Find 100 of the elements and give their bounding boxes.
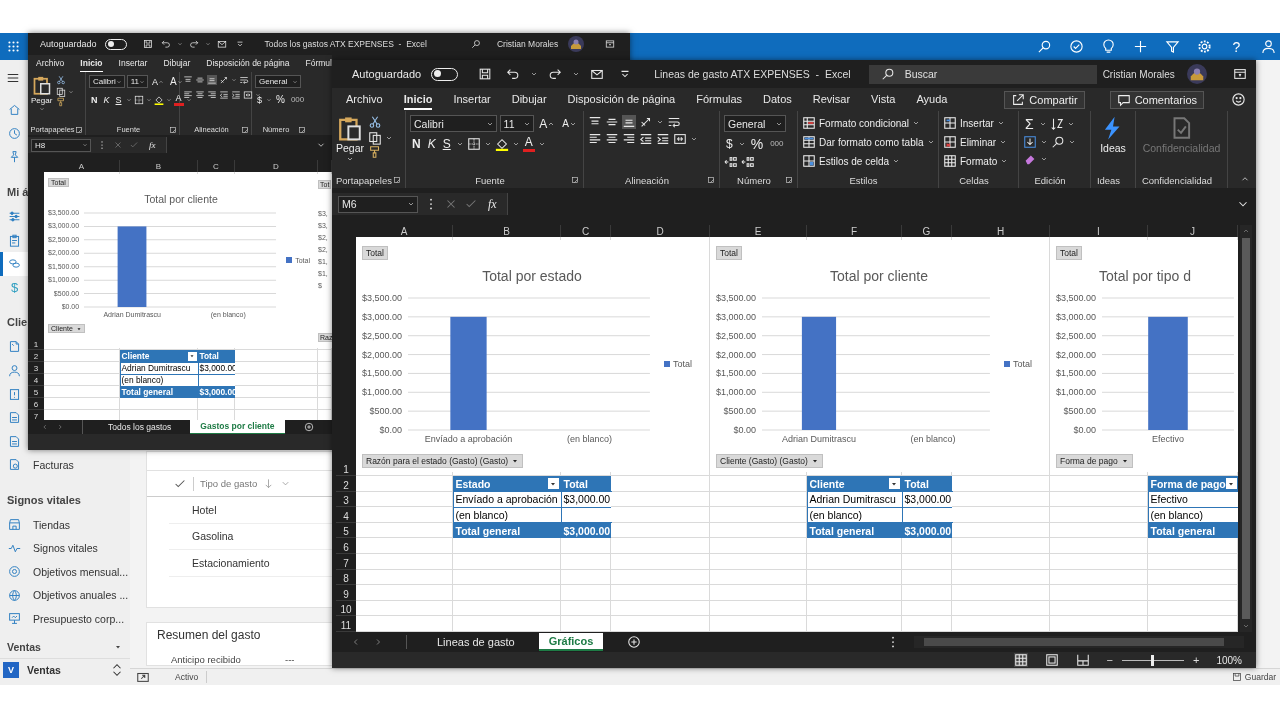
- menu-tab[interactable]: Archivo: [346, 89, 383, 110]
- insert-cells-button[interactable]: Insertar: [943, 115, 1014, 131]
- nav-item[interactable]: Signos vitales: [0, 536, 130, 560]
- comments-button[interactable]: Comentarios: [1109, 90, 1204, 109]
- area-switcher[interactable]: V Ventas: [0, 658, 130, 681]
- field-button[interactable]: Total: [362, 246, 388, 260]
- axis-label: $500.00: [1062, 406, 1097, 417]
- menu-tab[interactable]: Inicio: [403, 89, 433, 110]
- total-cell: Total general: [806, 522, 903, 539]
- row-header[interactable]: 2: [28, 350, 44, 362]
- underline-button[interactable]: S: [113, 93, 124, 106]
- paste-button[interactable]: Pegar: [336, 115, 365, 163]
- underline-button[interactable]: S: [440, 135, 453, 152]
- conditional-format-button[interactable]: Formato condicional: [802, 115, 934, 131]
- thousands-button[interactable]: 000: [768, 135, 786, 152]
- menu-tab[interactable]: Insertar: [118, 55, 148, 73]
- header-label: Forma de pago: [1150, 477, 1226, 490]
- filter-button[interactable]: Cliente (Gasto) (Gasto): [716, 454, 823, 468]
- function-button[interactable]: fx: [145, 140, 160, 150]
- sheet-tab[interactable]: Lineas de gasto: [427, 634, 525, 650]
- ideas-button[interactable]: Ideas: [1100, 115, 1126, 154]
- font-size-dropdown[interactable]: 11: [126, 75, 148, 88]
- menu-tab[interactable]: Vista: [871, 89, 896, 110]
- font-name-dropdown[interactable]: Calibri: [89, 75, 125, 88]
- menu-tab[interactable]: Disposición de página: [567, 89, 676, 110]
- nav-item[interactable]: Tiendas: [0, 512, 130, 537]
- group-label: Edición: [1034, 175, 1066, 186]
- axis-label: $0.00: [732, 424, 757, 435]
- name-box[interactable]: M6: [338, 195, 418, 213]
- bold-button[interactable]: N: [410, 135, 423, 152]
- row-header[interactable]: 3: [28, 362, 44, 374]
- paste-button[interactable]: Pegar: [31, 75, 53, 112]
- menu-tab[interactable]: Disposición de página: [206, 55, 290, 73]
- row-header[interactable]: 5: [28, 386, 44, 398]
- italic-button[interactable]: K: [101, 93, 112, 106]
- font-name-dropdown[interactable]: Calibri: [410, 115, 497, 132]
- zoom-in-button[interactable]: +: [1193, 654, 1200, 666]
- nav-item[interactable]: Presupuesto corp...: [0, 607, 130, 631]
- axis-label: Efectivo: [1151, 434, 1186, 444]
- menu-tab[interactable]: Insertar: [453, 89, 491, 110]
- help-button[interactable]: ?: [1229, 38, 1244, 55]
- format-as-table-button[interactable]: Dar formato como tabla: [802, 134, 934, 150]
- total-cell: $3,000.00: [901, 522, 953, 539]
- menu-tab[interactable]: Fórmulas: [696, 89, 743, 110]
- axis-label: $1,500.00: [362, 368, 403, 379]
- field-button[interactable]: Total: [716, 246, 742, 260]
- nav-item[interactable]: Objetivos mensual...: [0, 559, 130, 584]
- italic-button[interactable]: K: [425, 135, 438, 152]
- menu-tab[interactable]: Dibujar: [511, 89, 547, 110]
- section-header: Signos vitales: [6, 492, 81, 508]
- share-button[interactable]: Compartir: [1004, 90, 1085, 109]
- row-header[interactable]: 6: [28, 398, 44, 410]
- search-field[interactable]: Buscar: [868, 64, 1097, 84]
- filter-button[interactable]: Forma de pago: [1056, 454, 1133, 468]
- delete-cells-button[interactable]: Eliminar: [943, 134, 1014, 150]
- name-box[interactable]: H8: [31, 138, 91, 152]
- axis-label: $1,000.00: [1056, 387, 1097, 398]
- column-header[interactable]: Tipo de gasto: [200, 478, 258, 489]
- grow-font-button[interactable]: A: [537, 115, 558, 132]
- thousands-button[interactable]: 000: [288, 93, 307, 106]
- autosum-button[interactable]: Σ: [1023, 115, 1036, 132]
- nav-item[interactable]: Facturas: [0, 453, 130, 477]
- font-size-dropdown[interactable]: 11: [499, 115, 535, 132]
- cell-styles-button[interactable]: Estilos de celda: [802, 153, 934, 169]
- area-badge: V: [3, 661, 19, 678]
- currency-button[interactable]: $: [255, 93, 264, 106]
- sheet-tab[interactable]: Todos los gastos: [98, 420, 182, 434]
- menu-tab[interactable]: Archivo: [36, 55, 65, 73]
- grow-font-button[interactable]: A: [150, 75, 166, 88]
- field-value: ---: [285, 653, 295, 665]
- sheet-tab[interactable]: Gráficos: [538, 633, 604, 651]
- nav-item[interactable]: Objetivos anuales ...: [0, 583, 130, 608]
- area-label: Ventas: [27, 663, 62, 676]
- axis-label: $500.00: [368, 406, 403, 417]
- shrink-font-button[interactable]: A: [560, 115, 579, 132]
- menu-tab[interactable]: Ayuda: [916, 89, 948, 110]
- menu-tab[interactable]: Revisar: [812, 89, 851, 110]
- number-format-dropdown[interactable]: General: [724, 115, 786, 132]
- percent-button[interactable]: %: [274, 93, 287, 106]
- menu-tab[interactable]: Dibujar: [163, 55, 191, 73]
- user-name[interactable]: Cristian Morales: [496, 39, 559, 49]
- format-cells-button[interactable]: Formato: [943, 153, 1014, 169]
- font-color-button[interactable]: A: [522, 135, 535, 152]
- currency-button[interactable]: $: [724, 135, 735, 152]
- shrink-font-button[interactable]: A: [168, 75, 185, 88]
- zoom-out-button[interactable]: −: [1106, 654, 1113, 666]
- function-button[interactable]: fx: [484, 196, 501, 212]
- save-button[interactable]: Guardar: [1231, 672, 1280, 682]
- filter-button[interactable]: Razón para el estado (Gasto) (Gasto): [362, 454, 524, 468]
- menu-tab[interactable]: Fórmul: [305, 55, 332, 73]
- row-header[interactable]: 1: [28, 172, 44, 350]
- section-header: Ventas: [7, 641, 41, 654]
- number-format-dropdown[interactable]: General: [255, 75, 301, 88]
- percent-button[interactable]: %: [748, 135, 766, 152]
- bold-button[interactable]: N: [89, 93, 100, 106]
- row-header[interactable]: 4: [28, 374, 44, 386]
- menu-tab[interactable]: Datos: [763, 89, 792, 110]
- font-color-button[interactable]: A: [173, 93, 184, 106]
- user-name[interactable]: Cristian Morales: [1102, 68, 1175, 80]
- field-button[interactable]: Total: [1056, 246, 1082, 260]
